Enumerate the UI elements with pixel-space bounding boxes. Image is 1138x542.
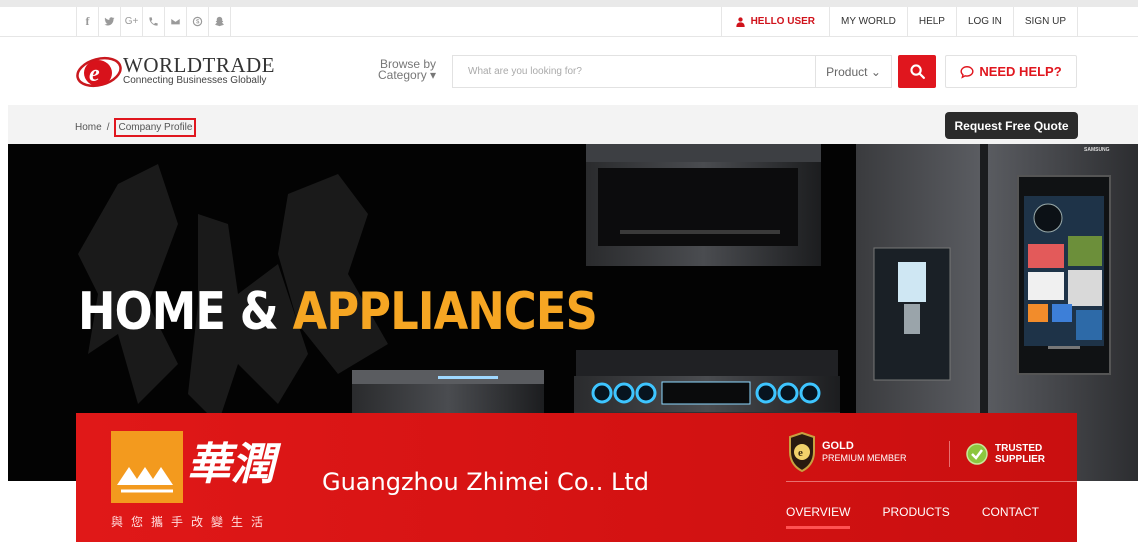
headline-orange: APPLIANCES — [292, 282, 598, 342]
skype-icon[interactable] — [187, 7, 209, 36]
social-links: f G+ — [76, 7, 231, 36]
search-bar: Product ⌄ — [452, 55, 892, 88]
company-slogan: 與您攜手改變生活 — [111, 515, 272, 529]
logo-e-icon: e — [76, 56, 122, 88]
search-icon — [909, 64, 925, 80]
top-utility-bar: f G+ HELLO USER MY WORLD HELP LOG IN SIG… — [0, 0, 1138, 37]
breadcrumb-current: Company Profile — [114, 118, 197, 137]
facebook-glyph: f — [85, 14, 90, 28]
search-button[interactable] — [898, 55, 936, 88]
need-help-label: NEED HELP? — [979, 64, 1062, 79]
company-name: Guangzhou Zhimei Co.. Ltd — [322, 468, 649, 496]
company-logo-mark — [111, 431, 183, 503]
tab-products[interactable]: PRODUCTS — [882, 505, 949, 519]
chat-icon — [960, 65, 974, 79]
browse-line-2: Category ▾ — [378, 68, 437, 82]
microwave-image — [586, 144, 821, 266]
company-tabs: OVERVIEW PRODUCTS CONTACT — [786, 505, 1071, 529]
tab-contact[interactable]: CONTACT — [982, 505, 1039, 519]
trusted-supplier-badge: TRUSTED SUPPLIER — [966, 443, 1045, 465]
premium-member-label: PREMIUM MEMBER — [822, 453, 907, 463]
tab-overview[interactable]: OVERVIEW — [786, 505, 851, 529]
brand-mark: SAMSUNG — [1084, 147, 1110, 153]
need-help-button[interactable]: NEED HELP? — [945, 55, 1077, 88]
badge-divider — [949, 441, 950, 467]
twitter-icon[interactable] — [99, 7, 121, 36]
site-header: e WORLDTRADE Connecting Businesses Globa… — [0, 37, 1138, 105]
breadcrumb-home[interactable]: Home — [75, 122, 102, 133]
supplier-label: SUPPLIER — [995, 454, 1046, 465]
phone-icon[interactable] — [143, 7, 165, 36]
mail-icon[interactable] — [165, 7, 187, 36]
gold-member-badge: e GOLD PREMIUM MEMBER — [788, 432, 907, 472]
check-badge-icon — [966, 443, 988, 465]
log-in-link[interactable]: LOG IN — [957, 7, 1014, 36]
top-nav: HELLO USER MY WORLD HELP LOG IN SIGN UP — [720, 7, 1078, 36]
company-logo: 華潤 與您攜手改變生活 — [111, 431, 281, 531]
tabs-divider — [786, 481, 1077, 482]
svg-text:e: e — [89, 61, 100, 87]
hello-user-label: HELLO USER — [750, 16, 816, 27]
breadcrumb-bar: Home / Company Profile Request Free Quot… — [8, 105, 1138, 144]
google-plus-icon[interactable]: G+ — [121, 7, 143, 36]
my-world-link[interactable]: MY WORLD — [830, 7, 908, 36]
trusted-label: TRUSTED — [995, 443, 1043, 454]
facebook-icon[interactable]: f — [77, 7, 99, 36]
breadcrumb: Home / Company Profile — [75, 118, 197, 137]
product-dropdown[interactable]: Product ⌄ — [815, 56, 891, 87]
hello-user-link[interactable]: HELLO USER — [722, 7, 831, 36]
sign-up-link[interactable]: SIGN UP — [1014, 7, 1078, 36]
request-free-quote-button[interactable]: Request Free Quote — [945, 112, 1078, 139]
company-header: 華潤 與您攜手改變生活 Guangzhou Zhimei Co.. Ltd e … — [76, 413, 1077, 542]
user-icon — [735, 16, 745, 27]
google-plus-glyph: G+ — [124, 16, 139, 27]
page: f G+ HELLO USER MY WORLD HELP LOG IN SIG… — [0, 0, 1138, 542]
headline-white: HOME & — [78, 282, 293, 342]
svg-text:e: e — [798, 447, 803, 459]
breadcrumb-separator: / — [106, 122, 110, 133]
help-link[interactable]: HELP — [908, 7, 957, 36]
banner-headline: HOME & APPLIANCES — [78, 282, 598, 342]
gold-label: GOLD — [822, 440, 854, 452]
worldtrade-logo[interactable]: e WORLDTRADE Connecting Businesses Globa… — [76, 53, 276, 90]
search-input[interactable] — [453, 56, 815, 87]
snapchat-icon[interactable] — [209, 7, 231, 36]
gold-shield-icon: e — [789, 432, 815, 472]
browse-by-category[interactable]: Browse by Category ▾ — [378, 58, 437, 82]
company-logo-chars: 華潤 — [187, 439, 275, 490]
logo-tagline: Connecting Businesses Globally — [123, 75, 267, 86]
